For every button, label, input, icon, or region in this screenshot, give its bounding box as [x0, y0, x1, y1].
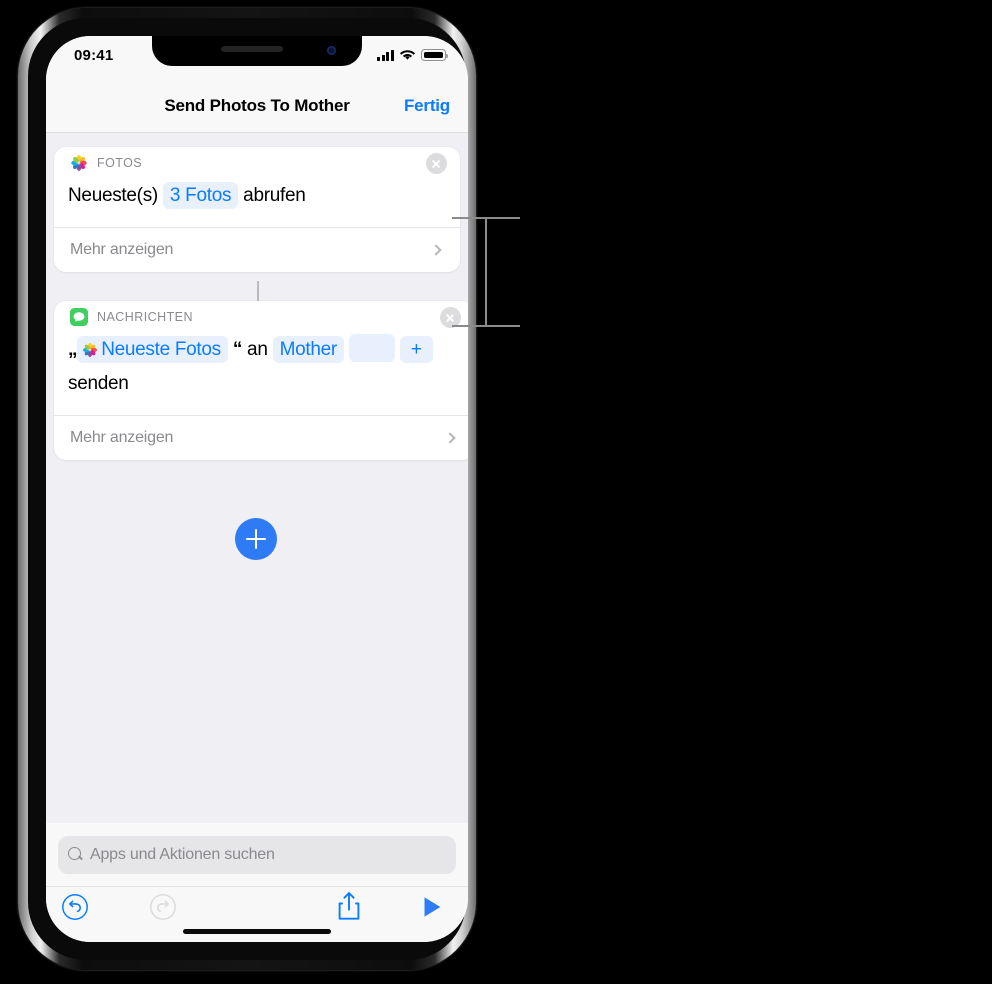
action-app-name: FOTOS	[97, 156, 143, 170]
show-more-label: Mehr anzeigen	[70, 241, 174, 258]
iphone-device-frame: 09:41 Send Photos To Mother Fertig FOTOS…	[18, 8, 476, 970]
chevron-right-icon	[444, 432, 456, 444]
redo-button[interactable]	[149, 893, 177, 926]
quote-open: „	[68, 339, 78, 360]
close-icon[interactable]	[426, 153, 447, 174]
parameter-token-count[interactable]: 3 Fotos	[162, 182, 239, 209]
shortcut-action-canvas[interactable]: FOTOS Neueste(s) 3 Fotos abrufen Mehr an…	[46, 133, 468, 823]
device-bezel: 09:41 Send Photos To Mother Fertig FOTOS…	[28, 18, 468, 960]
bottom-toolbar: Apps und Aktionen suchen	[46, 823, 468, 942]
action-card-header: FOTOS	[54, 147, 460, 179]
front-camera	[327, 46, 336, 55]
done-button[interactable]: Fertig	[404, 96, 450, 116]
parameter-token-recipient[interactable]: Mother	[272, 336, 344, 363]
add-action-button[interactable]	[235, 518, 277, 560]
parameter-token-variable[interactable]: Neueste Fotos	[77, 336, 228, 363]
action-text-after: abrufen	[243, 185, 306, 206]
action-description-photos[interactable]: Neueste(s) 3 Fotos abrufen	[54, 179, 460, 227]
action-app-name: NACHRICHTEN	[97, 310, 193, 324]
device-notch	[152, 36, 362, 66]
signal-bars-icon	[377, 49, 394, 61]
battery-icon	[421, 49, 449, 61]
search-input[interactable]: Apps und Aktionen suchen	[58, 835, 456, 874]
phone-screen: 09:41 Send Photos To Mother Fertig FOTOS…	[46, 36, 468, 942]
status-indicators	[377, 49, 449, 61]
action-card-photos[interactable]: FOTOS Neueste(s) 3 Fotos abrufen Mehr an…	[54, 147, 460, 272]
run-button[interactable]	[420, 895, 444, 924]
parameter-token-variable-label: Neueste Fotos	[101, 339, 221, 360]
wifi-icon	[399, 50, 416, 60]
search-zone: Apps und Aktionen suchen	[46, 823, 468, 887]
chevron-right-icon	[430, 244, 442, 256]
parameter-token-recipient-overflow[interactable]	[348, 334, 395, 362]
action-card-messages[interactable]: NACHRICHTEN „ Neueste Fotos “ an Mother …	[54, 301, 468, 460]
search-icon	[68, 847, 83, 862]
add-recipient-button[interactable]: +	[399, 336, 433, 363]
navigation-bar: Send Photos To Mother Fertig	[46, 80, 468, 133]
action-connector-line	[257, 281, 259, 301]
undo-button[interactable]	[61, 893, 89, 926]
action-text-middle: an	[247, 339, 268, 360]
action-card-header: NACHRICHTEN	[54, 301, 468, 333]
show-more-row-photos[interactable]: Mehr anzeigen	[54, 227, 460, 272]
messages-icon	[70, 308, 88, 326]
photos-icon	[83, 343, 98, 357]
action-text-before: Neueste(s)	[68, 185, 158, 206]
status-time: 09:41	[74, 47, 114, 64]
quote-close: “	[232, 339, 243, 360]
action-text-after: senden	[68, 373, 129, 394]
action-description-messages[interactable]: „ Neueste Fotos “ an Mother + senden	[54, 333, 468, 415]
search-placeholder: Apps und Aktionen suchen	[90, 845, 275, 863]
share-button[interactable]	[336, 890, 362, 927]
show-more-row-messages[interactable]: Mehr anzeigen	[54, 415, 468, 460]
callout-line-vertical	[485, 217, 487, 327]
show-more-label: Mehr anzeigen	[70, 429, 174, 446]
photos-icon	[71, 155, 87, 171]
home-indicator[interactable]	[183, 929, 331, 934]
earpiece-speaker	[221, 46, 284, 52]
